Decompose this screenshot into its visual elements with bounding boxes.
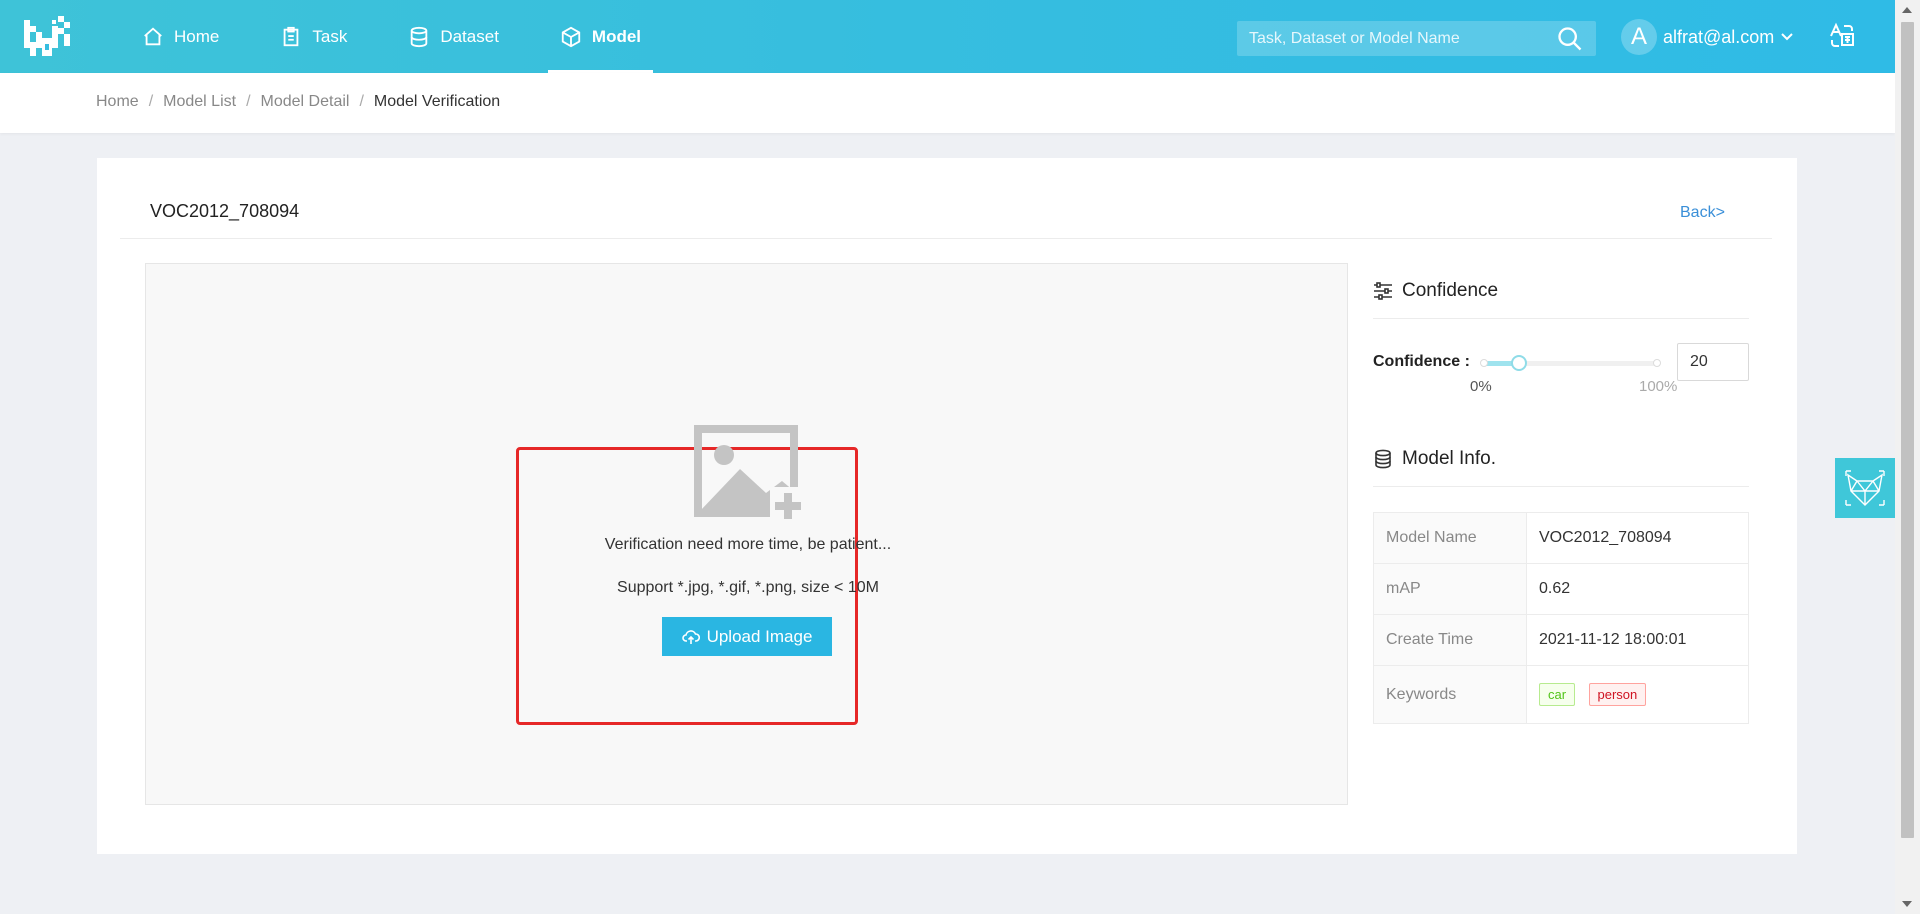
table-row: Model Name VOC2012_708094 — [1373, 512, 1749, 564]
info-value: 0.62 — [1526, 563, 1749, 615]
divider — [1373, 486, 1749, 487]
page-title: VOC2012_708094 — [150, 201, 300, 221]
keyword-tag: car — [1539, 683, 1576, 706]
avatar: A — [1621, 19, 1657, 55]
image-add-icon — [694, 425, 806, 525]
scrollbar-thumb[interactable] — [1901, 22, 1914, 838]
info-value: car person — [1526, 665, 1749, 724]
scroll-down-arrow[interactable] — [1902, 901, 1912, 907]
user-menu[interactable]: A alfrat@al.com — [1621, 18, 1794, 56]
info-key: Create Time — [1373, 614, 1527, 666]
search-icon[interactable] — [1556, 25, 1584, 53]
table-row: Create Time 2021-11-12 18:00:01 — [1373, 614, 1749, 666]
upload-image-button[interactable]: Upload Image — [662, 617, 832, 656]
translate-icon[interactable] — [1828, 22, 1856, 50]
main-nav: Home Task Dataset Model — [130, 0, 690, 73]
nav-dataset-label: Dataset — [440, 26, 499, 46]
breadcrumb-current: Model Verification — [373, 93, 501, 110]
breadcrumb-model-detail[interactable]: Model Detail — [261, 93, 350, 111]
nav-task-label: Task — [312, 26, 348, 46]
database-icon — [408, 26, 430, 48]
database-icon — [1375, 449, 1391, 469]
nav-home[interactable]: Home — [130, 0, 231, 73]
nav-model-label: Model — [591, 26, 642, 46]
verify-message: Verification need more time, be patient.… — [604, 536, 892, 553]
sliders-icon — [1374, 282, 1392, 300]
cloud-upload-icon — [681, 629, 700, 644]
support-message: Support *.jpg, *.gif, *.png, size < 10M — [617, 579, 879, 596]
breadcrumb-home[interactable]: Home — [96, 93, 139, 111]
user-email: alfrat@al.com — [1663, 26, 1775, 47]
fox-logo-icon — [1845, 470, 1885, 506]
table-row: Keywords car person — [1373, 665, 1749, 724]
info-key: mAP — [1373, 563, 1527, 615]
nav-home-label: Home — [174, 26, 220, 46]
slider-min-label: 0% — [1470, 378, 1492, 395]
breadcrumb-separator: / — [246, 93, 251, 110]
upload-image-label: Upload Image — [706, 626, 813, 646]
info-value: VOC2012_708094 — [1526, 512, 1749, 564]
back-link[interactable]: Back> — [1680, 204, 1725, 222]
cube-icon — [560, 26, 582, 48]
page-scrollbar[interactable] — [1895, 0, 1920, 914]
model-info-section-title: Model Info. — [1373, 448, 1496, 470]
confidence-section-label: Confidence — [1402, 280, 1499, 301]
slider-max-label: 100% — [1639, 378, 1678, 395]
confidence-slider-handle[interactable] — [1510, 355, 1527, 371]
top-header: Home Task Dataset Model A alfrat@al.com — [0, 0, 1895, 73]
home-icon — [142, 26, 164, 48]
confidence-label: Confidence : — [1373, 353, 1470, 370]
info-key: Keywords — [1373, 665, 1527, 724]
info-key: Model Name — [1373, 512, 1527, 564]
confidence-section-title: Confidence — [1373, 280, 1498, 302]
model-info-table: Model Name VOC2012_708094 mAP 0.62 Creat… — [1373, 512, 1749, 724]
logo-icon[interactable] — [22, 14, 72, 60]
assistant-float-button[interactable] — [1835, 458, 1895, 518]
nav-dataset[interactable]: Dataset — [396, 0, 511, 73]
table-row: mAP 0.62 — [1373, 563, 1749, 615]
scroll-up-arrow[interactable] — [1902, 7, 1912, 13]
keyword-tag: person — [1588, 683, 1647, 706]
nav-task[interactable]: Task — [268, 0, 359, 73]
search-input[interactable] — [1237, 21, 1556, 56]
confidence-slider[interactable] — [1480, 355, 1661, 371]
divider — [120, 238, 1772, 239]
nav-model[interactable]: Model — [547, 0, 654, 73]
main-card: VOC2012_708094 Back> Verification need m… — [97, 158, 1797, 854]
info-value: 2021-11-12 18:00:01 — [1526, 614, 1749, 666]
breadcrumb-bar: Home / Model List / Model Detail / Model… — [0, 73, 1895, 133]
breadcrumb-separator: / — [148, 93, 154, 110]
chevron-down-icon — [1781, 33, 1794, 41]
confidence-input[interactable] — [1677, 343, 1749, 381]
breadcrumb-model-list[interactable]: Model List — [163, 93, 236, 111]
slider-min-dot — [1480, 359, 1488, 367]
slider-max-dot — [1653, 359, 1661, 367]
breadcrumb: Home / Model List / Model Detail / Model… — [96, 93, 500, 111]
divider — [1373, 318, 1749, 319]
search-box — [1237, 21, 1596, 56]
clipboard-icon — [280, 26, 302, 48]
breadcrumb-separator: / — [359, 93, 364, 110]
model-info-section-label: Model Info. — [1402, 448, 1496, 469]
